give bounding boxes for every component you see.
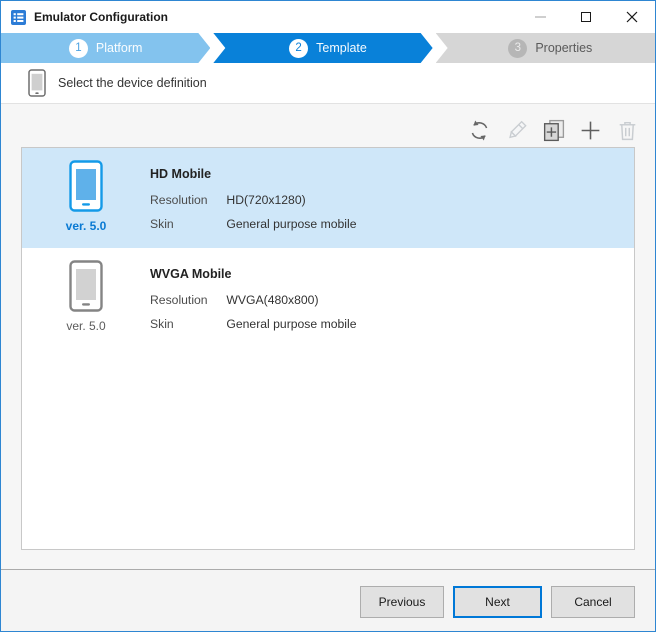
step-label: Platform: [96, 41, 143, 55]
maximize-icon: [581, 12, 591, 22]
previous-button[interactable]: Previous: [360, 586, 444, 618]
dialog-footer: Previous Next Cancel: [1, 569, 655, 631]
step-label: Template: [316, 41, 367, 55]
app-icon: [11, 10, 26, 25]
phone-icon: [69, 160, 103, 212]
plus-icon: [578, 118, 603, 143]
spec-row: Resolution WVGA(480x800): [150, 292, 356, 308]
emulator-configuration-dialog: Emulator Configuration 1 Platform 2 Temp…: [0, 0, 656, 632]
title-bar: Emulator Configuration: [1, 1, 655, 33]
step-label: Properties: [535, 41, 592, 55]
device-preview-column: ver. 5.0: [22, 148, 150, 248]
wizard-step-platform[interactable]: 1 Platform: [1, 33, 210, 63]
spec-label: Resolution: [150, 192, 223, 208]
device-template-list: ver. 5.0 HD Mobile Resolution HD(720x128…: [21, 147, 635, 550]
wizard-breadcrumb: 1 Platform 2 Template 3 Properties: [1, 33, 655, 63]
version-label: ver. 5.0: [66, 319, 105, 333]
template-item-wvga-mobile[interactable]: ver. 5.0 WVGA Mobile Resolution WVGA(480…: [22, 248, 634, 348]
minimize-icon: [535, 16, 546, 18]
template-name: HD Mobile: [150, 167, 356, 181]
spec-label: Resolution: [150, 292, 223, 308]
minimize-button: [517, 1, 563, 33]
spec-value: HD(720x1280): [226, 193, 305, 207]
content-area: ver. 5.0 HD Mobile Resolution HD(720x128…: [1, 104, 655, 569]
spec-row: Skin General purpose mobile: [150, 216, 356, 232]
device-icon: [28, 69, 46, 97]
spec-value: General purpose mobile: [226, 217, 356, 231]
delete-button: [614, 117, 641, 144]
refresh-button[interactable]: [466, 117, 493, 144]
device-details: WVGA Mobile Resolution WVGA(480x800) Ski…: [150, 248, 356, 348]
spec-row: Skin General purpose mobile: [150, 316, 356, 332]
cancel-button[interactable]: Cancel: [551, 586, 635, 618]
spec-value: WVGA(480x800): [226, 293, 318, 307]
device-preview-column: ver. 5.0: [22, 248, 150, 348]
device-toolbar: [466, 112, 641, 148]
spec-value: General purpose mobile: [226, 317, 356, 331]
spec-row: Resolution HD(720x1280): [150, 192, 356, 208]
template-name: WVGA Mobile: [150, 267, 356, 281]
trash-icon: [615, 118, 640, 143]
wizard-step-properties: 3 Properties: [436, 33, 655, 63]
step-number-badge: 3: [508, 39, 527, 58]
maximize-button[interactable]: [563, 1, 609, 33]
close-icon: [626, 11, 638, 23]
page-header: Select the device definition: [1, 63, 655, 104]
clone-button[interactable]: [540, 117, 567, 144]
clone-icon: [541, 118, 566, 143]
refresh-icon: [467, 118, 492, 143]
wizard-step-template[interactable]: 2 Template: [213, 33, 432, 63]
spec-label: Skin: [150, 216, 223, 232]
step-number-badge: 2: [289, 39, 308, 58]
add-button[interactable]: [577, 117, 604, 144]
version-label: ver. 5.0: [66, 219, 107, 233]
phone-icon: [69, 260, 103, 312]
window-title: Emulator Configuration: [34, 10, 168, 24]
caption-buttons: [517, 1, 655, 33]
close-button[interactable]: [609, 1, 655, 33]
step-number-badge: 1: [69, 39, 88, 58]
pencil-icon: [504, 118, 529, 143]
instruction-text: Select the device definition: [58, 76, 207, 90]
next-button[interactable]: Next: [453, 586, 542, 618]
spec-label: Skin: [150, 316, 223, 332]
template-item-hd-mobile[interactable]: ver. 5.0 HD Mobile Resolution HD(720x128…: [22, 148, 634, 248]
edit-button: [503, 117, 530, 144]
device-details: HD Mobile Resolution HD(720x1280) Skin G…: [150, 148, 356, 248]
